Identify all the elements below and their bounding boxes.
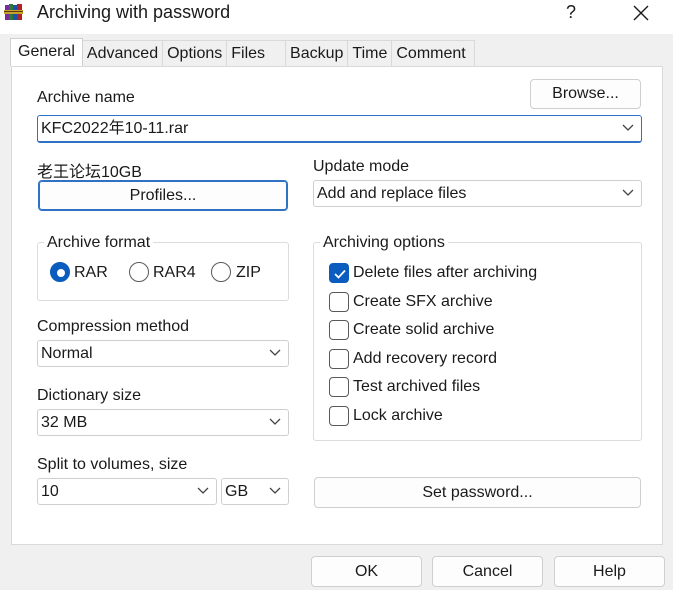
- profile-name-label: 老王论坛10GB: [37, 164, 142, 181]
- format-rar-radio[interactable]: [50, 262, 70, 282]
- tab-general[interactable]: General: [10, 38, 83, 66]
- cancel-button[interactable]: Cancel: [432, 556, 543, 587]
- chevron-down-icon: [269, 349, 281, 356]
- create-solid-label[interactable]: Create solid archive: [353, 321, 494, 339]
- archive-name-label: Archive name: [37, 89, 135, 106]
- split-unit-select[interactable]: GB: [221, 478, 289, 505]
- tab-strip: General Advanced Options Files Backup Ti…: [10, 38, 475, 67]
- format-zip-radio[interactable]: [211, 262, 231, 282]
- create-sfx-checkbox[interactable]: [329, 292, 349, 312]
- profiles-button[interactable]: Profiles...: [38, 180, 288, 211]
- tab-time[interactable]: Time: [347, 40, 393, 67]
- tab-backup[interactable]: Backup: [285, 40, 349, 67]
- dictionary-size-value: 32 MB: [41, 414, 88, 431]
- archiving-options-label: Archiving options: [320, 234, 448, 252]
- compression-method-label: Compression method: [37, 318, 190, 335]
- test-archived-label[interactable]: Test archived files: [353, 378, 480, 396]
- checkmark-icon: [334, 269, 346, 279]
- window-title: Archiving with password: [37, 2, 231, 22]
- tab-comment[interactable]: Comment: [391, 40, 475, 67]
- archive-name-combo[interactable]: KFC2022年10-11.rar: [37, 115, 642, 143]
- compression-method-select[interactable]: Normal: [37, 340, 289, 367]
- tab-files[interactable]: Files: [226, 40, 287, 67]
- delete-files-label[interactable]: Delete files after archiving: [353, 264, 537, 282]
- compression-method-value: Normal: [41, 345, 93, 362]
- chevron-down-icon: [269, 418, 281, 425]
- chevron-down-icon: [622, 189, 634, 196]
- update-mode-select[interactable]: Add and replace files: [313, 180, 642, 207]
- split-size-combo[interactable]: 10: [37, 478, 217, 505]
- chevron-down-icon: [269, 487, 281, 494]
- create-solid-checkbox[interactable]: [329, 320, 349, 340]
- split-volumes-label: Split to volumes, size: [37, 456, 188, 473]
- chevron-down-icon: [197, 487, 209, 494]
- split-size-value: 10: [41, 483, 59, 500]
- split-unit-value: GB: [225, 483, 249, 500]
- browse-button[interactable]: Browse...: [530, 79, 641, 109]
- format-zip-label[interactable]: ZIP: [236, 264, 261, 282]
- recovery-record-label[interactable]: Add recovery record: [353, 350, 497, 368]
- chevron-down-icon: [622, 124, 634, 131]
- dictionary-size-label: Dictionary size: [37, 387, 142, 404]
- set-password-button[interactable]: Set password...: [314, 477, 641, 508]
- lock-archive-label[interactable]: Lock archive: [353, 407, 443, 425]
- tab-options[interactable]: Options: [162, 40, 228, 67]
- winrar-books-icon: [4, 2, 24, 22]
- archive-format-label: Archive format: [44, 234, 154, 252]
- title-help-button[interactable]: ?: [556, 0, 586, 26]
- lock-archive-checkbox[interactable]: [329, 406, 349, 426]
- format-rar4-label[interactable]: RAR4: [153, 264, 196, 282]
- archive-name-value: KFC2022年10-11.rar: [41, 120, 189, 137]
- update-mode-label: Update mode: [313, 158, 410, 175]
- update-mode-value: Add and replace files: [317, 185, 467, 202]
- format-rar4-radio[interactable]: [129, 262, 149, 282]
- ok-button[interactable]: OK: [311, 556, 422, 587]
- close-icon: [633, 1, 649, 26]
- recovery-record-checkbox[interactable]: [329, 349, 349, 369]
- tab-advanced[interactable]: Advanced: [81, 40, 164, 67]
- close-button[interactable]: [624, 0, 658, 26]
- help-button[interactable]: Help: [554, 556, 665, 587]
- test-archived-checkbox[interactable]: [329, 377, 349, 397]
- create-sfx-label[interactable]: Create SFX archive: [353, 293, 493, 311]
- dictionary-size-select[interactable]: 32 MB: [37, 409, 289, 436]
- format-rar-label[interactable]: RAR: [74, 264, 108, 282]
- delete-files-checkbox[interactable]: [329, 263, 349, 283]
